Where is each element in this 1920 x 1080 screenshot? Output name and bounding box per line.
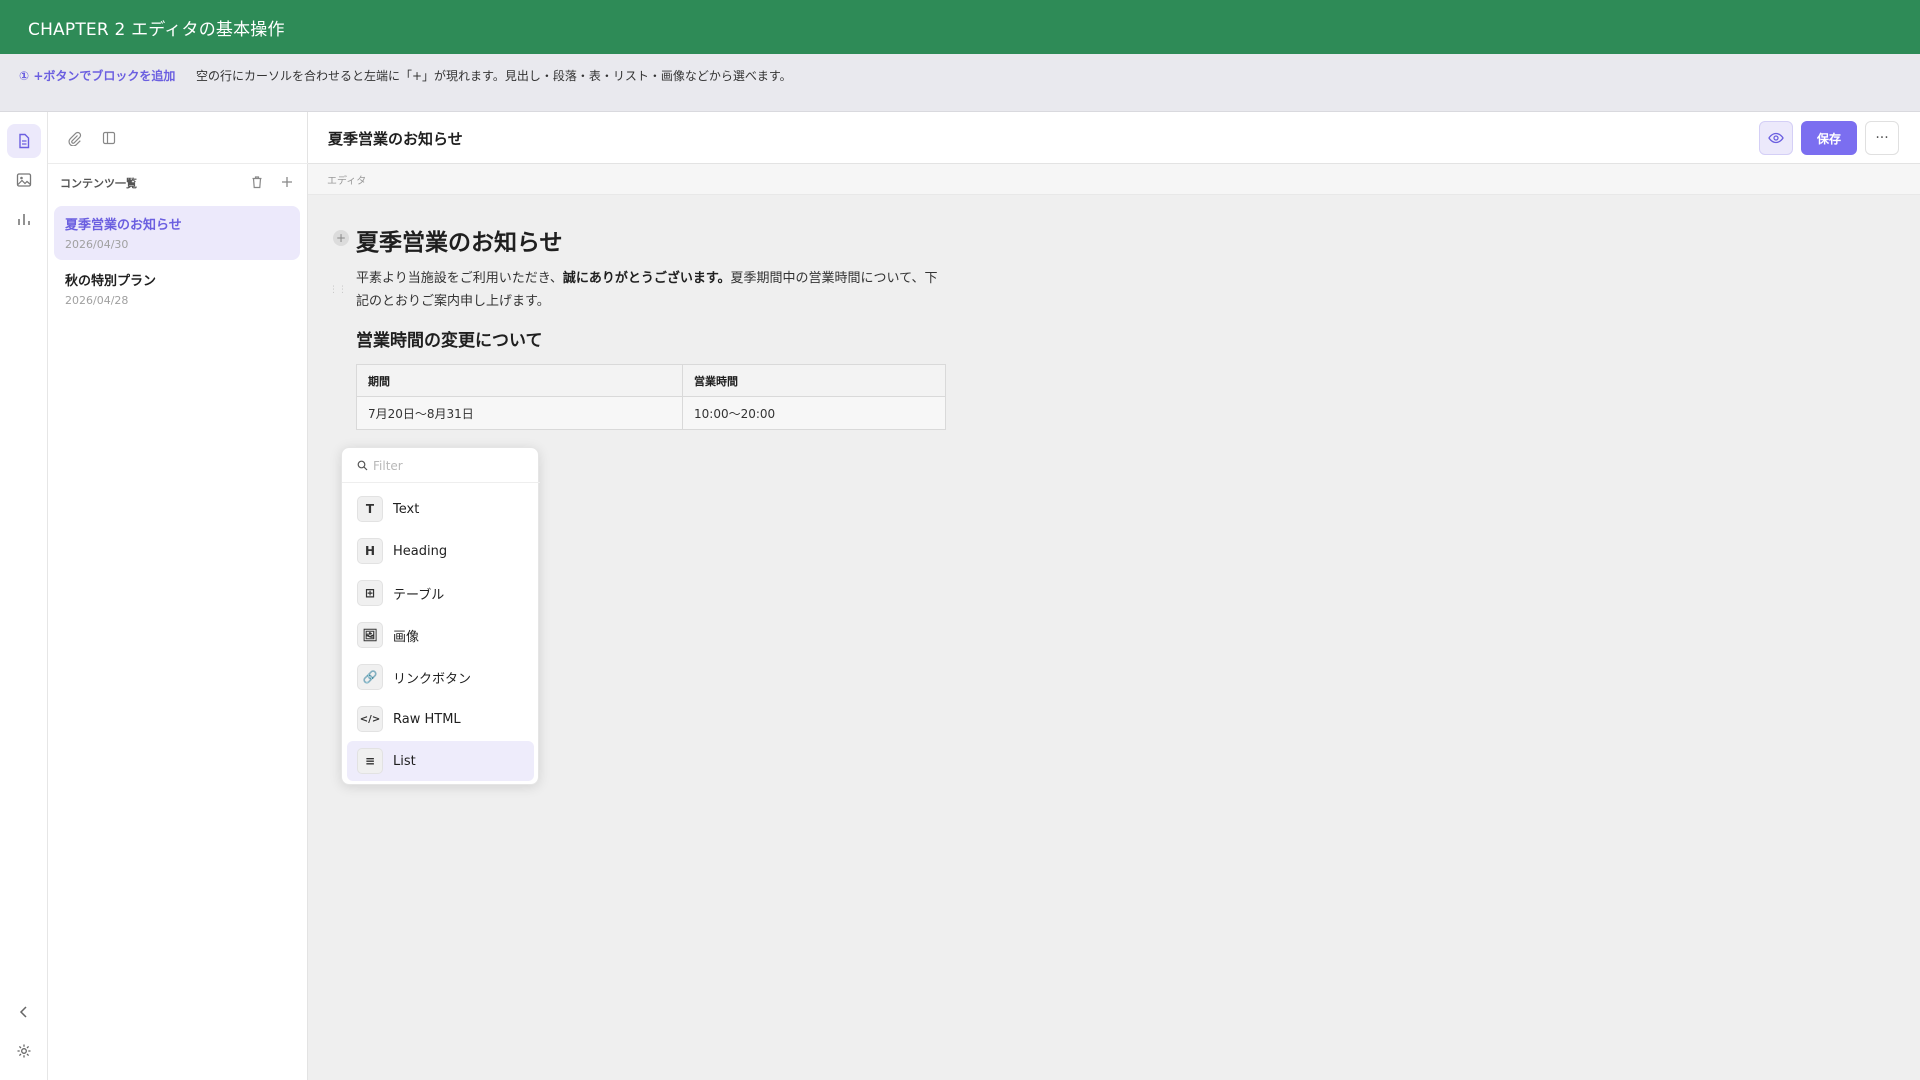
chapter-title: CHAPTER 2 エディタの基本操作 bbox=[28, 20, 285, 40]
content-sidebar: コンテンツ一覧 夏季営業のお知らせ 2026/04/30 秋の特別プラン 202… bbox=[48, 112, 308, 1080]
rail-media-button[interactable] bbox=[7, 163, 41, 197]
menu-item-heading[interactable]: H Heading bbox=[347, 531, 534, 571]
menu-item-text[interactable]: T Text bbox=[347, 489, 534, 529]
content-item-date: 2026/04/30 bbox=[65, 238, 129, 251]
editor-header: 夏季営業のお知らせ 保存 ··· bbox=[308, 112, 1920, 164]
table-header-row: 期間 営業時間 bbox=[356, 364, 946, 397]
heading-block[interactable]: 夏季営業のお知らせ bbox=[356, 223, 563, 257]
table-header-cell[interactable]: 期間 bbox=[356, 364, 683, 397]
menu-item-label: List bbox=[393, 753, 416, 769]
image-icon: 🖼 bbox=[357, 622, 383, 648]
hint-title: ① +ボタンでブロックを追加 bbox=[19, 69, 176, 83]
link-icon: 🔗 bbox=[357, 664, 383, 690]
content-item-title: 夏季営業のお知らせ bbox=[65, 218, 182, 233]
plus-icon bbox=[282, 177, 292, 187]
hint-text: 空の行にカーソルを合わせると左端に「+」が現れます。見出し・段落・表・リスト・画… bbox=[196, 69, 792, 83]
document-icon bbox=[19, 133, 30, 149]
add-content-button[interactable] bbox=[276, 171, 298, 193]
paragraph-bold-text: 誠にありがとうございます。 bbox=[562, 271, 731, 286]
menu-item-list[interactable]: ≡ List bbox=[347, 741, 534, 781]
paragraph-text: 平素より当施設をご利用いただき、 bbox=[356, 271, 563, 286]
rail-documents-button[interactable] bbox=[7, 124, 41, 158]
text-icon: T bbox=[357, 496, 383, 522]
collapse-icon bbox=[19, 1006, 27, 1018]
sidebar-toolbar bbox=[48, 112, 308, 164]
list-icon: ≡ bbox=[357, 748, 383, 774]
preview-button[interactable] bbox=[1759, 121, 1793, 155]
panel-icon bbox=[102, 131, 116, 145]
hint-bar: ① +ボタンでブロックを追加 空の行にカーソルを合わせると左端に「+」が現れます… bbox=[0, 54, 1920, 112]
content-item[interactable]: 夏季営業のお知らせ 2026/04/30 bbox=[54, 206, 300, 260]
content-item-title: 秋の特別プラン bbox=[65, 274, 157, 289]
menu-item-label: Text bbox=[393, 501, 420, 517]
editor-label-bar: エディタ bbox=[308, 164, 1920, 195]
table-row: 7月20日〜8月31日 10:00〜20:00 bbox=[356, 396, 946, 430]
paragraph-block[interactable]: 平素より当施設をご利用いただき、誠にありがとうございます。夏季期間中の営業時間に… bbox=[356, 267, 946, 313]
eye-icon bbox=[1768, 132, 1784, 144]
content-list-label: コンテンツ一覧 bbox=[60, 177, 137, 190]
menu-item-label: Heading bbox=[393, 543, 448, 559]
table-cell[interactable]: 10:00〜20:00 bbox=[682, 396, 946, 430]
menu-item-link-button[interactable]: 🔗 リンクボタン bbox=[347, 657, 534, 697]
menu-item-label: Raw HTML bbox=[393, 711, 461, 727]
settings-button[interactable] bbox=[7, 1034, 41, 1068]
toggle-panel-button[interactable] bbox=[97, 126, 121, 150]
table-cell[interactable]: 7月20日〜8月31日 bbox=[356, 396, 683, 430]
table-header-cell[interactable]: 営業時間 bbox=[682, 364, 946, 397]
image-icon bbox=[16, 173, 32, 187]
more-icon: ··· bbox=[1875, 130, 1889, 146]
collapse-sidebar-button[interactable] bbox=[7, 995, 41, 1029]
trash-icon bbox=[252, 176, 262, 189]
table-block[interactable]: 期間 営業時間 7月20日〜8月31日 10:00〜20:00 bbox=[356, 364, 946, 430]
search-icon bbox=[357, 460, 368, 471]
block-insert-menu: T Text H Heading ⊞ テーブル 🖼 画像 🔗 リンクボタン </… bbox=[341, 447, 540, 785]
menu-item-label: リンクボタン bbox=[393, 671, 472, 687]
paperclip-icon bbox=[67, 131, 81, 146]
menu-item-table[interactable]: ⊞ テーブル bbox=[347, 573, 534, 613]
top-banner: CHAPTER 2 エディタの基本操作 bbox=[0, 0, 1920, 54]
content-item[interactable]: 秋の特別プラン 2026/04/28 bbox=[54, 262, 300, 316]
more-options-button[interactable]: ··· bbox=[1865, 121, 1899, 155]
attachment-button[interactable] bbox=[62, 126, 86, 150]
gear-icon bbox=[17, 1044, 31, 1058]
heading-icon: H bbox=[357, 538, 383, 564]
add-block-button[interactable]: + bbox=[333, 230, 349, 246]
left-rail bbox=[0, 112, 48, 1080]
document-title: 夏季営業のお知らせ bbox=[328, 130, 463, 148]
delete-content-button[interactable] bbox=[246, 171, 268, 193]
editor-label: エディタ bbox=[327, 176, 367, 187]
menu-item-image[interactable]: 🖼 画像 bbox=[347, 615, 534, 655]
filter-row bbox=[342, 448, 540, 483]
editor-canvas[interactable]: + ⋮⋮ 夏季営業のお知らせ 平素より当施設をご利用いただき、誠にありがとうござ… bbox=[308, 195, 1920, 1080]
menu-item-label: 画像 bbox=[393, 629, 420, 645]
table-icon: ⊞ bbox=[357, 580, 383, 606]
content-item-date: 2026/04/28 bbox=[65, 294, 129, 307]
menu-item-label: テーブル bbox=[393, 587, 445, 603]
chart-icon bbox=[18, 214, 30, 225]
rail-analytics-button[interactable] bbox=[7, 202, 41, 236]
filter-input[interactable] bbox=[373, 456, 523, 476]
subheading-block[interactable]: 営業時間の変更について bbox=[356, 326, 543, 351]
drag-handle-icon[interactable]: ⋮⋮ bbox=[329, 285, 347, 295]
code-icon: </> bbox=[357, 706, 383, 732]
save-button[interactable]: 保存 bbox=[1801, 121, 1857, 155]
menu-item-raw-html[interactable]: </> Raw HTML bbox=[347, 699, 534, 739]
